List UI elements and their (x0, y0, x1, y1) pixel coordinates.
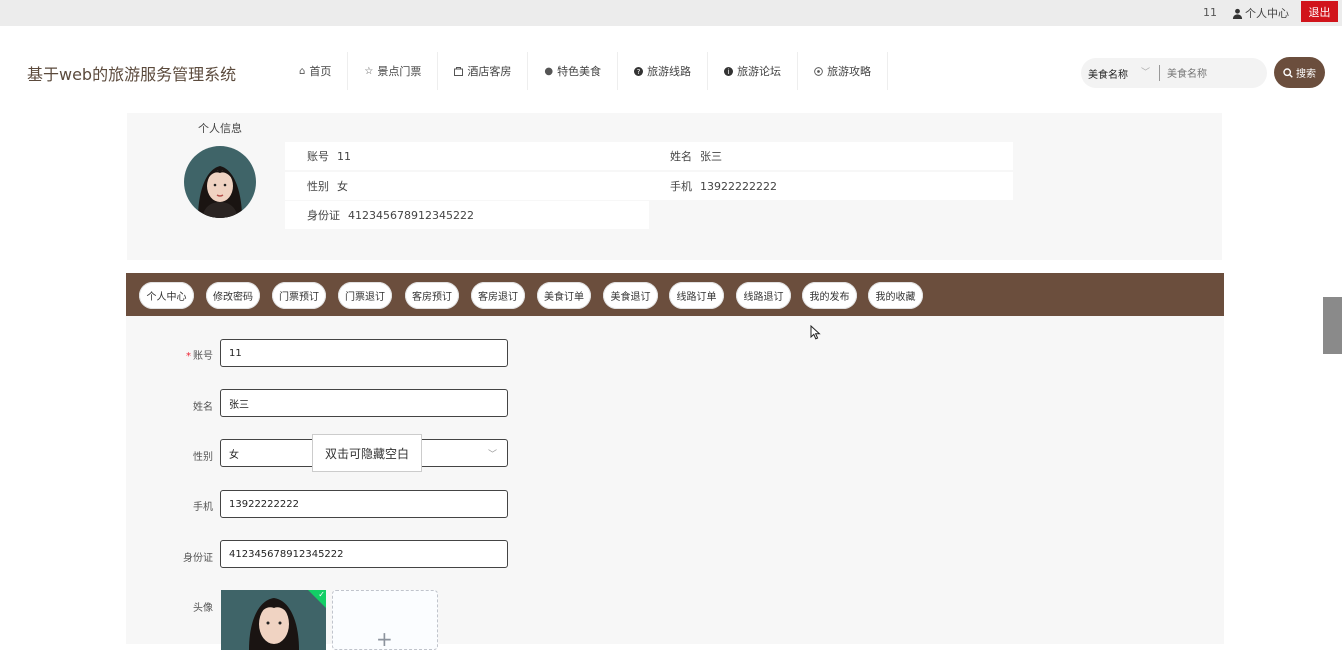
idcard-label: 身份证 (183, 553, 213, 564)
search-input[interactable] (1165, 64, 1259, 84)
tab-route-cancel[interactable]: 线路退订 (736, 282, 791, 309)
nav-food-label: 特色美食 (557, 65, 602, 78)
info-name: 姓名 张三 (649, 142, 1013, 170)
main-nav: ⌂ 首页 ☆ 景点门票 酒店客房 ● 特色美食 ? 旅游线路 i 旅游论坛 旅游… (283, 52, 889, 90)
search-separator (1159, 65, 1160, 81)
nav-guides-label: 旅游攻略 (827, 65, 872, 78)
svg-text:i: i (728, 67, 730, 76)
required-mark: * (186, 351, 191, 362)
info-name-label: 姓名 (670, 150, 692, 163)
star-icon: ☆ (364, 65, 374, 77)
scrollbar-thumb[interactable] (1323, 297, 1342, 354)
gender-label: 性别 (193, 452, 213, 463)
profile-title: 个人信息 (198, 122, 242, 135)
plus-icon: + (376, 627, 393, 651)
info-phone-value: 13922222222 (700, 179, 777, 193)
nav-forum-label: 旅游论坛 (737, 65, 782, 78)
dot-icon: ● (544, 65, 554, 77)
chevron-down-icon: ﹀ (1141, 68, 1151, 78)
name-input[interactable]: 张三 (220, 389, 508, 417)
search-category-select[interactable]: 美食名称 (1088, 66, 1128, 81)
nav-tickets-label: 景点门票 (377, 65, 422, 78)
mouse-cursor-icon (810, 325, 821, 340)
tab-change-password[interactable]: 修改密码 (206, 282, 260, 309)
info-idcard: 身份证 412345678912345222 (285, 201, 649, 229)
uploaded-avatar[interactable]: ✓ (221, 590, 326, 650)
info-gender-label: 性别 (307, 180, 329, 193)
search-button[interactable]: 搜索 (1274, 57, 1325, 88)
info-phone: 手机 13922222222 (649, 172, 1013, 200)
user-icon (1232, 8, 1243, 19)
info-idcard-label: 身份证 (307, 209, 340, 222)
tab-my-favorites[interactable]: 我的收藏 (868, 282, 923, 309)
tab-food-cancel[interactable]: 美食退订 (603, 282, 658, 309)
name-label: 姓名 (193, 402, 213, 413)
tab-food-orders[interactable]: 美食订单 (537, 282, 591, 309)
info-account-value: 11 (337, 149, 351, 163)
nav-home-label: 首页 (309, 65, 332, 78)
gender-select-value: 女 (229, 449, 239, 461)
search-button-label: 搜索 (1296, 69, 1316, 80)
question-icon: ? (634, 66, 644, 76)
info-account-label: 账号 (307, 150, 329, 163)
home-icon: ⌂ (299, 65, 306, 77)
tab-route-orders[interactable]: 线路订单 (669, 282, 724, 309)
avatar-label: 头像 (193, 603, 213, 614)
bag-icon (454, 67, 464, 76)
nav-food[interactable]: ● 特色美食 (528, 52, 619, 90)
site-title: 基于web的旅游服务管理系统 (27, 65, 237, 84)
info-gender-value: 女 (337, 180, 348, 193)
top-bar: 11 个人中心 退出 (0, 0, 1342, 26)
tab-personal-center[interactable]: 个人中心 (139, 282, 194, 309)
tab-room-cancel[interactable]: 客房退订 (471, 282, 525, 309)
info-idcard-value: 412345678912345222 (348, 208, 474, 222)
tab-ticket-cancel[interactable]: 门票退订 (338, 282, 392, 309)
upload-add-button[interactable]: + (332, 590, 438, 651)
info-icon: i (724, 66, 734, 76)
nav-forum[interactable]: i 旅游论坛 (708, 52, 799, 90)
compass-icon (814, 66, 823, 76)
nav-home[interactable]: ⌂ 首页 (283, 52, 349, 90)
nav-hotel-label: 酒店客房 (467, 65, 512, 78)
chevron-down-icon: ﹀ (487, 450, 497, 460)
account-input[interactable]: 11 (220, 339, 508, 367)
check-icon: ✓ (318, 590, 325, 599)
phone-input[interactable]: 13922222222 (220, 490, 508, 518)
nav-hotel[interactable]: 酒店客房 (438, 52, 529, 90)
idcard-input[interactable]: 412345678912345222 (220, 540, 508, 568)
nav-routes-label: 旅游线路 (647, 65, 692, 78)
tab-room-booking[interactable]: 客房预订 (405, 282, 459, 309)
search-box: 美食名称 ﹀ (1081, 58, 1267, 88)
profile-panel: 个人信息 账号 11 姓名 张三 性别 女 手机 13922222222 身份证… (127, 113, 1222, 260)
personal-center-label: 个人中心 (1245, 7, 1289, 20)
user-id: 11 (1203, 6, 1217, 19)
upload-success-badge: ✓ (308, 590, 326, 608)
tab-my-posts[interactable]: 我的发布 (802, 282, 857, 309)
info-phone-label: 手机 (670, 180, 692, 193)
hide-blank-tooltip: 双击可隐藏空白 (312, 434, 422, 472)
tab-ticket-booking[interactable]: 门票预订 (272, 282, 326, 309)
profile-avatar (184, 146, 256, 218)
center-tabs: 个人中心 修改密码 门票预订 门票退订 客房预订 客房退订 美食订单 美食退订 … (126, 273, 1224, 316)
phone-label: 手机 (193, 502, 213, 513)
personal-center-link[interactable]: 个人中心 (1232, 5, 1289, 21)
svg-text:?: ? (637, 67, 641, 76)
account-label: * 账号 (186, 351, 213, 362)
info-name-value: 张三 (700, 150, 722, 163)
nav-tickets[interactable]: ☆ 景点门票 (348, 52, 439, 90)
nav-routes[interactable]: ? 旅游线路 (618, 52, 709, 90)
nav-guides[interactable]: 旅游攻略 (798, 52, 889, 90)
search-icon (1283, 67, 1293, 78)
logout-button[interactable]: 退出 (1301, 1, 1338, 22)
